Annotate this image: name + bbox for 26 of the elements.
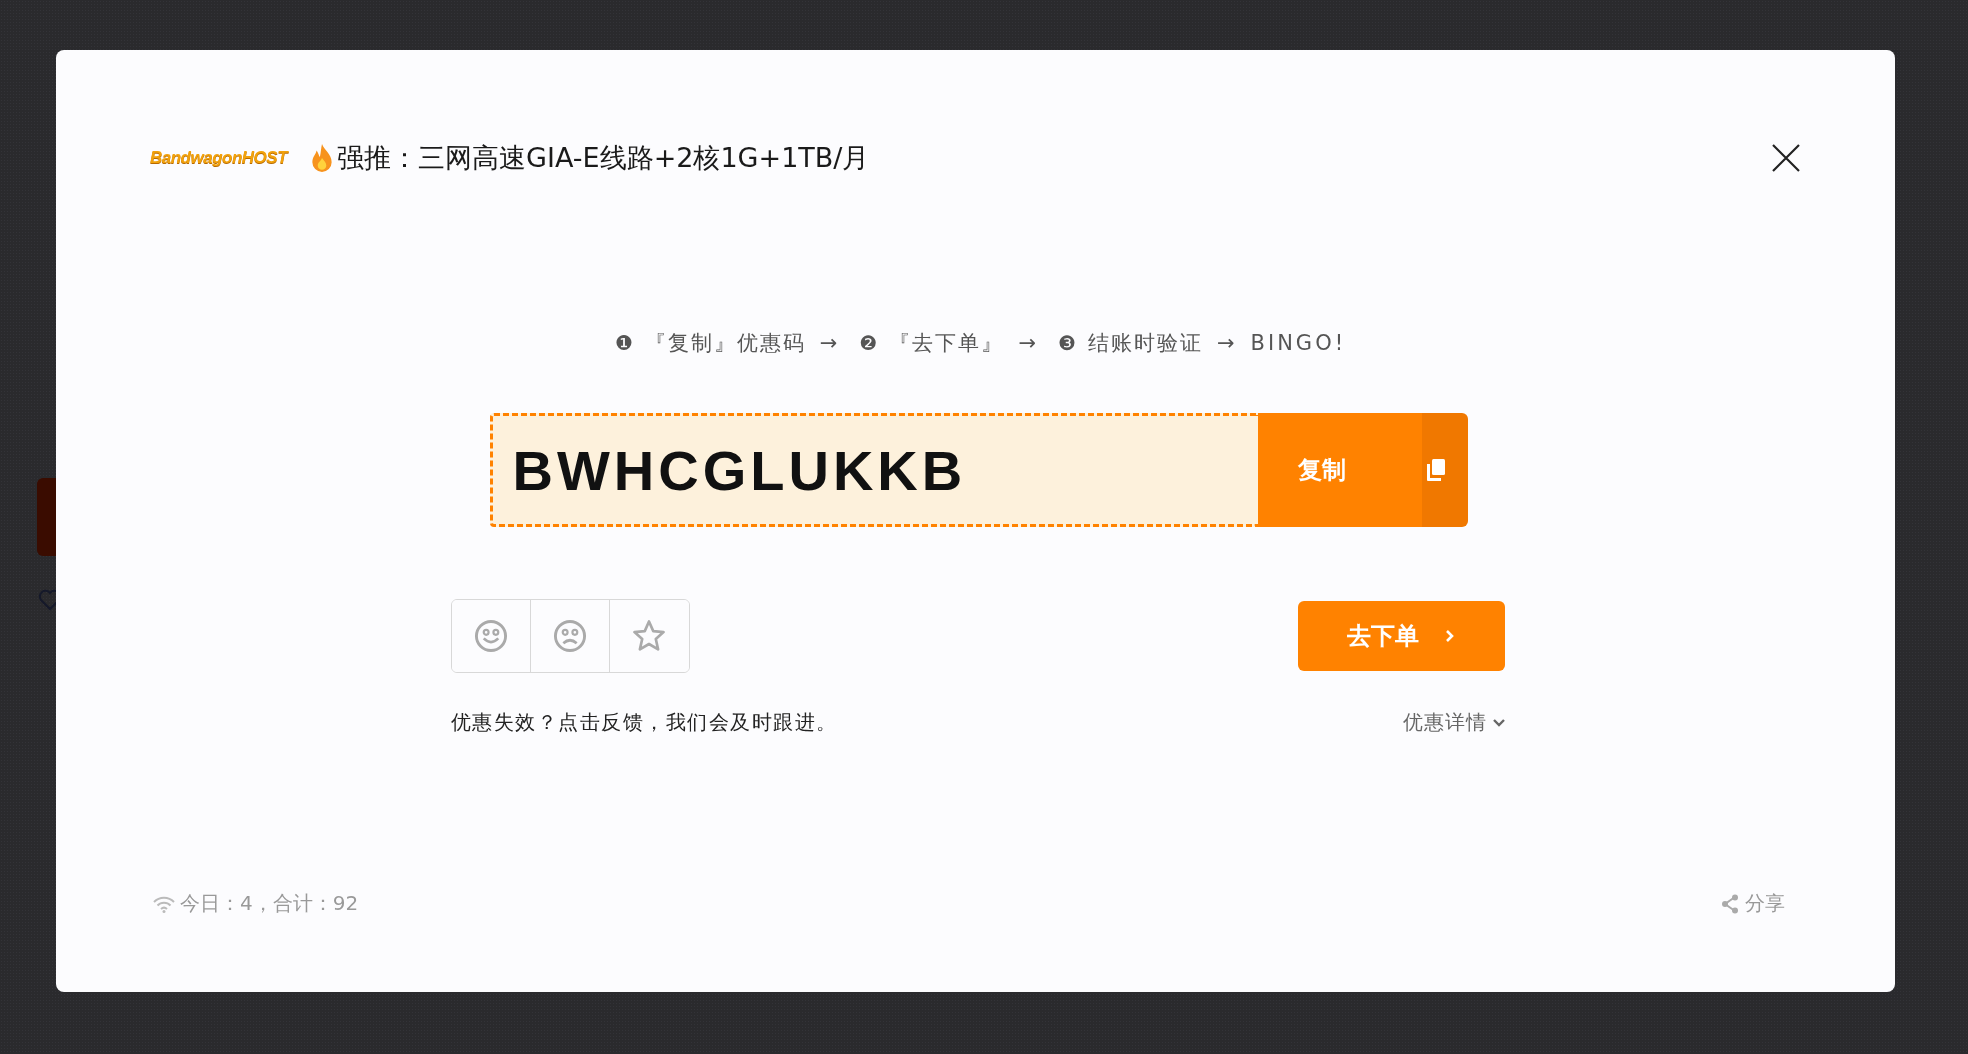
step-arrow: → — [819, 331, 840, 355]
sad-face-icon — [552, 619, 587, 653]
step-label: 结账时验证 — [1087, 330, 1203, 357]
star-icon — [632, 619, 666, 653]
coupon-code-field[interactable]: BWHCGLUKKB — [489, 413, 1258, 527]
copy-icon — [1425, 459, 1446, 481]
chevron-right-icon — [1445, 629, 1455, 643]
stats-text: 今日：4，合计：92 — [180, 890, 359, 917]
smiley-icon — [473, 619, 508, 653]
step-arrow: → — [1216, 331, 1237, 355]
step-arrow: → — [1018, 331, 1038, 355]
step-label: 『复制』优惠码 — [644, 330, 806, 357]
step-number: ❸ — [1058, 331, 1078, 355]
feedback-note[interactable]: 优惠失效？点击反馈，我们会及时跟进。 — [450, 709, 838, 736]
chevron-down-icon — [1492, 718, 1505, 727]
logo: BandwagonHOST — [150, 148, 288, 168]
dialog-title: 强推：三网高速GIA-E线路+2核1G+1TB/月 — [337, 141, 870, 175]
wifi-icon — [152, 894, 176, 913]
details-link[interactable]: 优惠详情 — [1402, 709, 1505, 736]
share-icon — [1721, 893, 1739, 914]
step-label: 『去下单』 — [889, 330, 1005, 357]
step-number: ❷ — [859, 331, 880, 355]
feedback-button[interactable] — [451, 600, 531, 672]
step-number: ❶ — [614, 331, 635, 355]
step-label: BINGO! — [1250, 331, 1347, 355]
close-icon[interactable] — [1771, 143, 1801, 173]
